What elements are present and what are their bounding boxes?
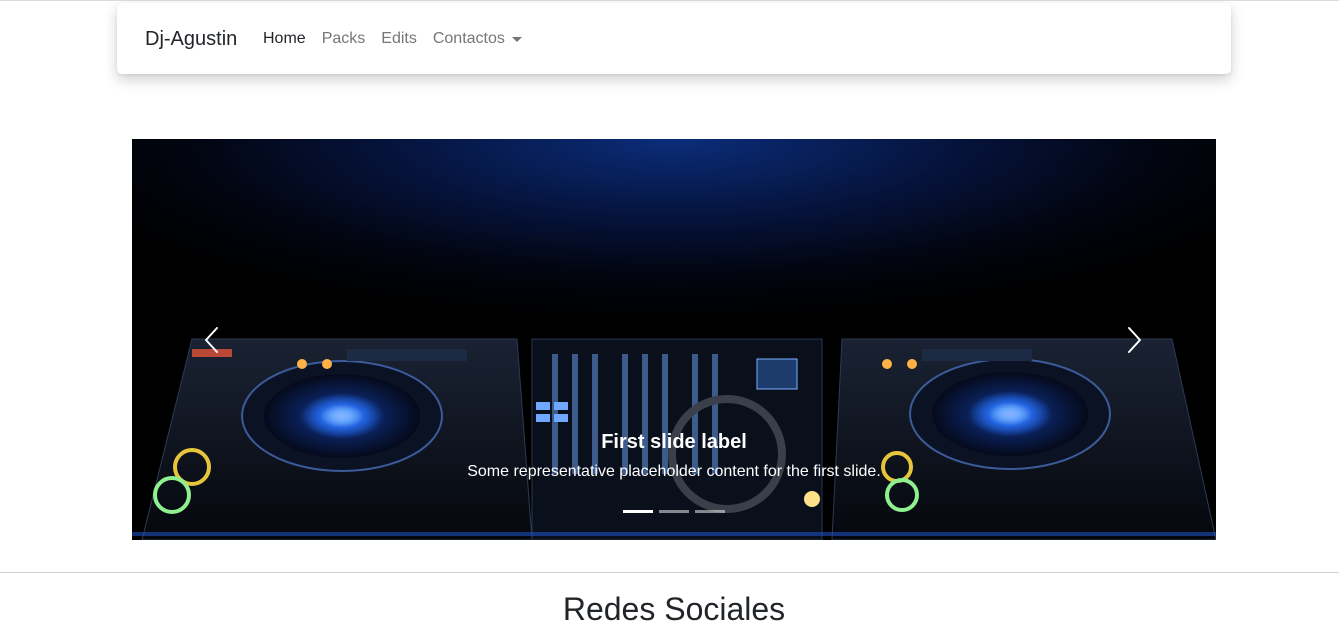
nav-link-packs[interactable]: Packs (322, 29, 366, 49)
section-divider (0, 572, 1339, 573)
carousel-caption-title: First slide label (601, 431, 747, 453)
nav-dropdown-contactos[interactable]: Contactos (433, 29, 522, 49)
section-title-redes-sociales: Redes Sociales (562, 591, 786, 627)
carousel-indicator-3[interactable] (695, 510, 725, 513)
carousel: First slide label Some representative pl… (132, 139, 1216, 540)
carousel-next-button[interactable] (1118, 325, 1148, 355)
nav-link-home[interactable]: Home (263, 29, 306, 49)
carousel-indicator-1[interactable] (623, 510, 653, 513)
chevron-right-icon (1128, 327, 1141, 353)
carousel-indicators (623, 510, 725, 513)
carousel-prev-button[interactable] (198, 325, 228, 355)
carousel-indicator-2[interactable] (659, 510, 689, 513)
nav-link-edits[interactable]: Edits (381, 29, 417, 49)
navbar-brand[interactable]: Dj-Agustin (145, 27, 237, 51)
navbar: Dj-Agustin Home Packs Edits Contactos (117, 3, 1231, 74)
nav-links: Home Packs Edits Contactos (263, 29, 538, 49)
carousel-caption-text: Some representative placeholder content … (467, 463, 881, 480)
nav-dropdown-label: Contactos (432, 30, 505, 47)
top-border (0, 0, 1339, 1)
chevron-left-icon (205, 327, 218, 353)
caret-down-icon (511, 36, 522, 42)
